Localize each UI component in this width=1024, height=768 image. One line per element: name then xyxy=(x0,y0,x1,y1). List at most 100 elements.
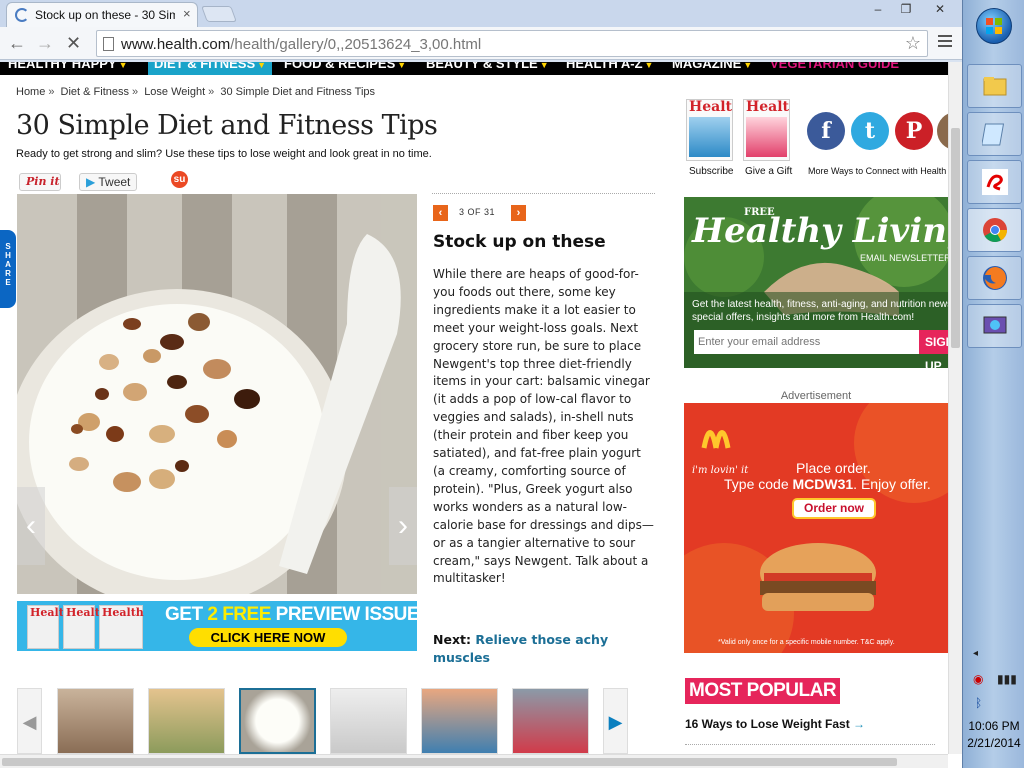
hero-prev-arrow[interactable]: ‹ xyxy=(17,487,45,565)
pinterest-icon[interactable]: P xyxy=(895,112,933,150)
hero-next-arrow[interactable]: › xyxy=(389,487,417,565)
hero-image-yogurt-bowl: ‹ › xyxy=(17,194,417,594)
thumbnail-4[interactable] xyxy=(330,688,407,754)
newsletter-signup: FREE Healthy Living EMAIL NEWSLETTER Get… xyxy=(684,197,948,368)
thumbnail-3-selected[interactable] xyxy=(239,688,316,754)
ad-order-now-button[interactable]: Order now xyxy=(792,498,876,519)
slide-next-button[interactable]: › xyxy=(511,205,526,221)
url-text: www.health.com/health/gallery/0,,2051362… xyxy=(121,36,482,53)
most-popular-divider xyxy=(685,744,935,745)
newsletter-email-input[interactable] xyxy=(694,330,919,354)
bookmark-star-icon[interactable]: ☆ xyxy=(905,33,921,54)
nav-health-az[interactable]: HEALTH A-Z ▼ xyxy=(566,62,653,71)
share-tab[interactable]: SHARE xyxy=(0,230,16,308)
strip-prev-arrow[interactable]: ◀ xyxy=(17,688,42,754)
thumbnail-5[interactable] xyxy=(421,688,498,754)
twitter-icon[interactable]: t xyxy=(851,112,889,150)
taskbar-explorer[interactable] xyxy=(967,64,1022,108)
ad-promo-code: Type code MCDW31. Enjoy offer. xyxy=(724,476,931,492)
mcdonalds-ad[interactable]: i'm lovin' it Place order. Type code MCD… xyxy=(684,403,948,653)
browser-tab-active[interactable]: Stock up on these - 30 Sim × xyxy=(6,2,198,27)
most-popular-heading: MOST POPULAR xyxy=(685,678,841,704)
tweet-button[interactable]: ▶ Tweet xyxy=(79,173,137,191)
taskbar-airtel[interactable] xyxy=(967,160,1022,204)
ad-background xyxy=(684,403,948,653)
nav-beauty-style[interactable]: BEAUTY & STYLE ▼ xyxy=(426,62,549,71)
windows-taskbar: ◂ ◉ ▮▮▮ ᛒ 10:06 PM 2/21/2014 xyxy=(962,0,1024,768)
thumbnail-1[interactable] xyxy=(57,688,134,754)
volume-muted-icon[interactable]: ◉ xyxy=(973,672,983,686)
promo-cta-button[interactable]: CLICK HERE NOW xyxy=(189,628,347,647)
magazine-promo-banner[interactable]: Health Health Health GET 2 FREE PREVIEW … xyxy=(17,601,417,651)
subscribe-magazine-cover[interactable]: Health xyxy=(686,99,733,161)
page-viewport: HEALTHY HAPPY ▼ DIET & FITNESS ▼ FOOD & RE… xyxy=(0,62,948,754)
vertical-scrollbar[interactable] xyxy=(948,62,962,754)
back-button[interactable]: ← xyxy=(8,33,26,53)
gift-magazine-cover[interactable]: Health xyxy=(743,99,790,161)
bluetooth-icon[interactable]: ᛒ xyxy=(975,696,982,710)
site-nav: HEALTHY HAPPY ▼ DIET & FITNESS ▼ FOOD & RE… xyxy=(0,62,948,75)
nav-magazine[interactable]: MAGAZINE ▼ xyxy=(672,62,752,71)
address-bar[interactable]: www.health.com/health/gallery/0,,2051362… xyxy=(96,30,928,57)
network-signal-icon[interactable]: ▮▮▮ xyxy=(997,672,1017,686)
windows-logo-icon xyxy=(986,18,1002,34)
clock-date[interactable]: 2/21/2014 xyxy=(963,736,1024,750)
nav-food-recipes[interactable]: FOOD & RECIPES ▼ xyxy=(284,62,406,71)
magazine-cover-thumb: Health xyxy=(27,605,72,649)
slide-counter: 3 OF 31 xyxy=(459,207,496,217)
more-ways-to-connect[interactable]: More Ways to Connect with Health xyxy=(808,166,946,176)
breadcrumb: Home» Diet & Fitness» Lose Weight» 30 Si… xyxy=(16,86,376,98)
tab-strip: Stock up on these - 30 Sim × – ❐ ✕ xyxy=(0,0,962,27)
stumbleupon-icon[interactable]: su xyxy=(171,171,188,188)
vertical-scroll-thumb[interactable] xyxy=(951,128,960,348)
strip-next-arrow[interactable]: ▶ xyxy=(603,688,628,754)
pinit-button[interactable]: Pin it xyxy=(19,173,61,191)
nav-vegetarian-guide[interactable]: VEGETARIAN GUIDE xyxy=(770,62,899,71)
tab-title: Stock up on these - 30 Sim xyxy=(35,8,175,22)
give-a-gift-link[interactable]: Give a Gift xyxy=(745,166,792,177)
clock-time[interactable]: 10:06 PM xyxy=(963,719,1024,733)
newsletter-description: Get the latest health, fitness, anti-agi… xyxy=(692,299,948,323)
most-popular-link-1[interactable]: 16 Ways to Lose Weight Fast → xyxy=(685,717,865,731)
ad-slogan: i'm lovin' it xyxy=(692,465,749,476)
taskbar-app[interactable] xyxy=(967,304,1022,348)
breadcrumb-lose-weight[interactable]: Lose Weight xyxy=(144,86,205,98)
horizontal-scrollbar[interactable] xyxy=(0,754,948,768)
breadcrumb-home[interactable]: Home xyxy=(16,86,45,98)
nav-healthy-happy[interactable]: HEALTHY HAPPY ▼ xyxy=(8,62,128,71)
breadcrumb-diet-fitness[interactable]: Diet & Fitness xyxy=(61,86,129,98)
close-window-button[interactable]: ✕ xyxy=(920,0,960,18)
thumbnail-strip: ◀ ▶ xyxy=(17,688,629,754)
thumbnail-2[interactable] xyxy=(148,688,225,754)
nav-diet-fitness[interactable]: DIET & FITNESS ▼ xyxy=(148,62,273,75)
breadcrumb-current[interactable]: 30 Simple Diet and Fitness Tips xyxy=(220,86,375,98)
facebook-icon[interactable]: f xyxy=(807,112,845,150)
page-subtitle: Ready to get strong and slim? Use these … xyxy=(16,148,432,160)
folder-icon xyxy=(983,77,1007,96)
magazine-cover-thumb: Health xyxy=(99,605,144,649)
minimize-button[interactable]: – xyxy=(864,0,892,18)
slide-prev-button[interactable]: ‹ xyxy=(433,205,448,221)
browser-toolbar: ← → ✕ www.health.com/health/gallery/0,,2… xyxy=(0,27,962,60)
thumbnail-6[interactable] xyxy=(512,688,589,754)
newsletter-signup-button[interactable]: SIGN UP xyxy=(919,330,948,368)
ad-fine-print: *Valid only once for a specific mobile n… xyxy=(718,639,895,646)
taskbar-firefox[interactable] xyxy=(967,256,1022,300)
forward-button[interactable]: → xyxy=(36,33,54,53)
restore-button[interactable]: ❐ xyxy=(892,0,920,18)
chrome-menu-icon[interactable] xyxy=(938,35,952,50)
page-title: 30 Simple Diet and Fitness Tips xyxy=(16,110,438,141)
start-button[interactable] xyxy=(976,8,1012,44)
stop-button[interactable]: ✕ xyxy=(66,33,81,53)
taskbar-chrome[interactable] xyxy=(967,208,1022,252)
horizontal-scroll-thumb[interactable] xyxy=(2,758,897,766)
subscribe-link[interactable]: Subscribe xyxy=(689,166,733,177)
tray-expand-icon[interactable]: ◂ xyxy=(973,648,978,659)
new-tab-button[interactable] xyxy=(201,6,237,22)
taskbar-notepad[interactable] xyxy=(967,112,1022,156)
newsletter-title: Healthy Living xyxy=(692,211,948,251)
slide-body: While there are heaps of good-for-you fo… xyxy=(433,267,654,586)
instagram-icon[interactable] xyxy=(937,112,948,150)
yogurt-illustration xyxy=(17,194,417,594)
tab-close-icon[interactable]: × xyxy=(183,6,191,21)
